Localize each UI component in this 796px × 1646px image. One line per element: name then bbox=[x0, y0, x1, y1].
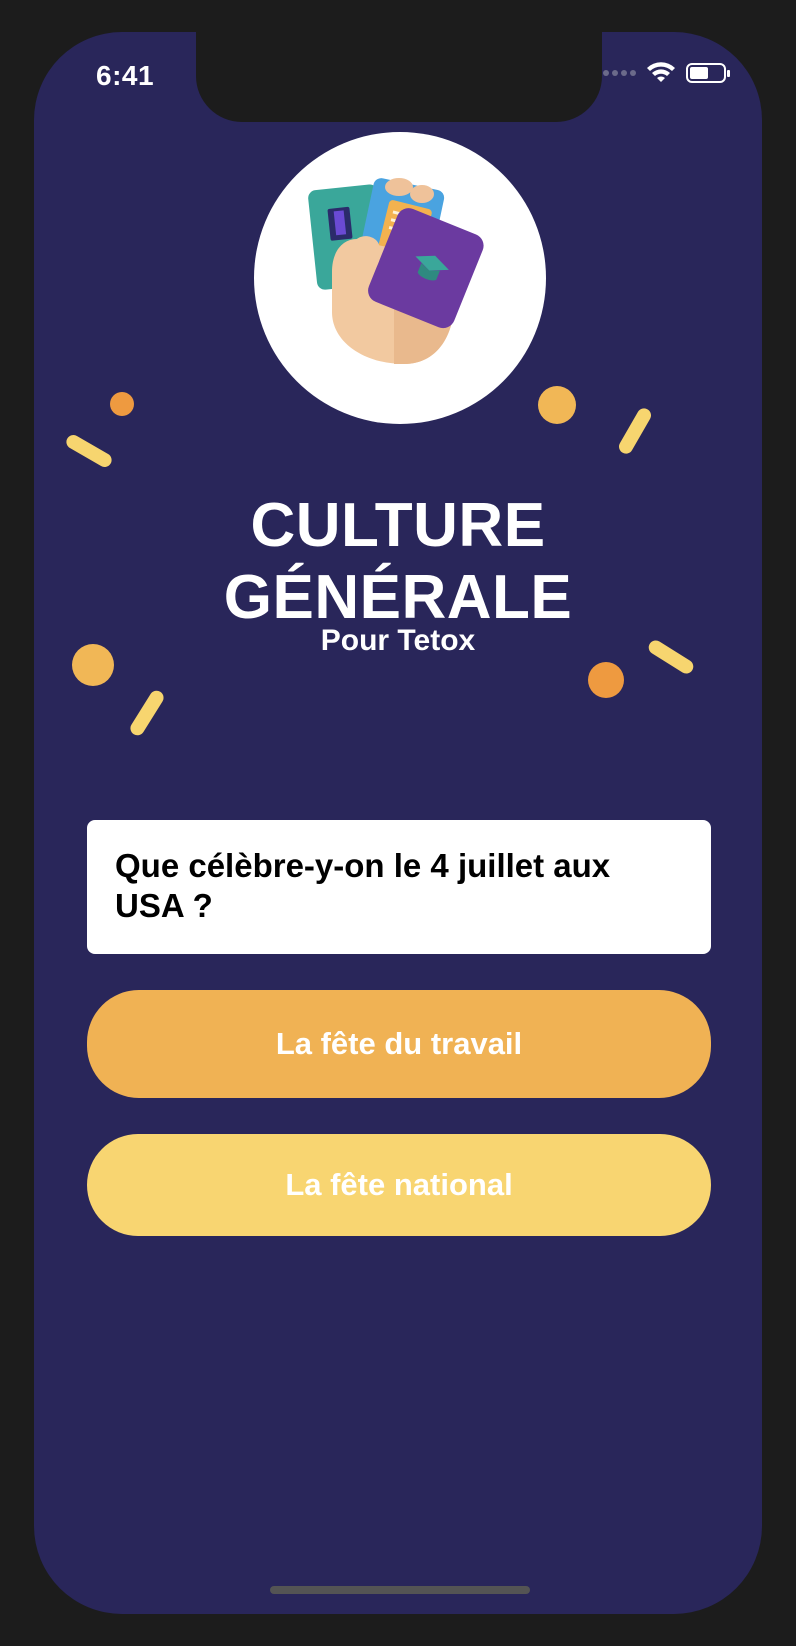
confetti-dot bbox=[110, 392, 134, 416]
wifi-icon bbox=[647, 62, 675, 82]
cellular-signal-icon bbox=[603, 70, 636, 76]
question-text: Que célèbre-y-on le 4 juillet aux USA ? bbox=[115, 847, 611, 924]
app-title-line1: CULTURE bbox=[250, 491, 546, 560]
app-screen: 6:41 CULTURE GÉNÉRALE Pour Tetox Que cél… bbox=[34, 32, 762, 1614]
battery-icon bbox=[686, 63, 730, 83]
confetti-bar bbox=[616, 405, 654, 457]
confetti-bar bbox=[63, 432, 115, 470]
device-notch bbox=[196, 32, 602, 122]
home-indicator[interactable] bbox=[270, 1586, 530, 1594]
app-logo bbox=[254, 132, 546, 424]
phone-frame: 6:41 CULTURE GÉNÉRALE Pour Tetox Que cél… bbox=[0, 0, 796, 1646]
app-title: CULTURE GÉNÉRALE bbox=[34, 490, 762, 634]
answer-button-1[interactable]: La fête du travail bbox=[87, 990, 711, 1098]
status-icons bbox=[603, 62, 730, 84]
status-time: 6:41 bbox=[96, 60, 155, 91]
hand-holding-cards-icon bbox=[308, 178, 484, 364]
app-subtitle: Pour Tetox bbox=[320, 624, 476, 657]
confetti-bar bbox=[127, 688, 167, 738]
answer-button-2[interactable]: La fête national bbox=[87, 1134, 711, 1236]
confetti-dot bbox=[588, 662, 624, 698]
confetti-dot bbox=[538, 386, 576, 424]
question-card: Que célèbre-y-on le 4 juillet aux USA ? bbox=[87, 820, 711, 954]
